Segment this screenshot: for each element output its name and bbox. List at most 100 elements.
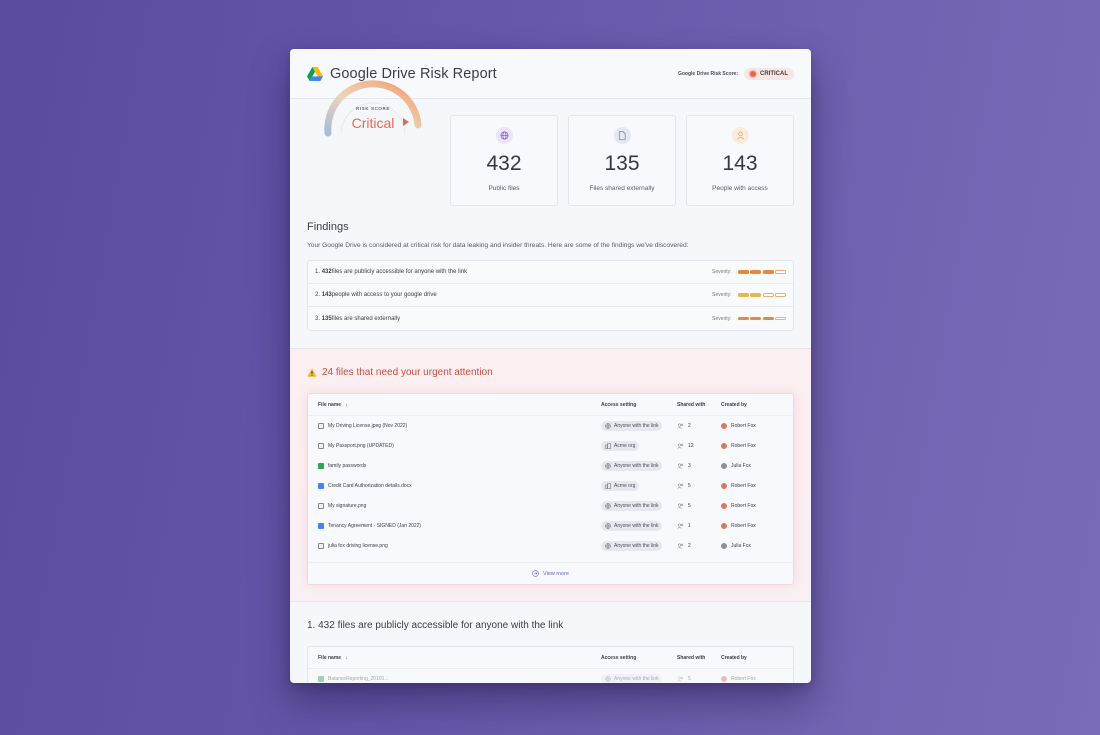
access-pill: Anyone with the link	[601, 421, 663, 431]
document-icon	[318, 482, 324, 490]
avatar	[721, 483, 727, 489]
column-access: Access setting	[601, 654, 637, 661]
finding-item[interactable]: 1. 432 files are publicly accessible for…	[308, 261, 793, 284]
table-row[interactable]: My Passport.png (UPDATED) Acme org 12 Rober…	[308, 436, 793, 456]
gauge-value: Critical	[351, 115, 395, 131]
access-pill: Acme org	[601, 441, 640, 451]
severity-label: Severity:	[712, 292, 732, 298]
sort-down-icon[interactable]: ↓	[345, 655, 348, 661]
file-name[interactable]: My Passport.png (UPDATED)	[328, 443, 394, 449]
column-file-name[interactable]: File name ↓	[318, 402, 601, 408]
access-pill: Anyone with the link	[601, 541, 663, 551]
finding-item[interactable]: 2. 143 people with access to your google…	[308, 284, 793, 307]
table-row[interactable]: julia fox driving license.png Anyone with…	[308, 536, 793, 556]
stat-label: Files shared externally	[589, 185, 655, 192]
users-icon	[677, 463, 684, 469]
shared-count: 12	[688, 443, 694, 449]
owner-name: Julia Fox	[731, 543, 752, 549]
status-badge: CRITICAL	[744, 67, 794, 80]
document-icon	[318, 522, 324, 530]
access-pill: Anyone with the link	[601, 674, 663, 683]
file-icon	[613, 127, 631, 144]
org-icon	[605, 443, 611, 449]
avatar	[721, 503, 727, 509]
view-more-label: View more	[543, 570, 569, 577]
urgent-title: 24 files that need your urgent attention	[322, 367, 493, 378]
stat-label: Public files	[488, 185, 520, 192]
public-files-table: File name ↓ Access setting Shared with Cr…	[307, 646, 794, 683]
globe-icon	[605, 523, 611, 529]
finding-index: 2.	[315, 292, 321, 298]
stat-number: 432	[486, 152, 522, 175]
avatar	[721, 443, 727, 449]
user-icon	[731, 127, 749, 144]
access-text: Anyone with the link	[614, 543, 659, 549]
users-icon	[677, 503, 684, 509]
spreadsheet-icon	[318, 462, 324, 470]
column-created: Created by	[721, 654, 747, 661]
view-more-button[interactable]: View more	[308, 562, 793, 584]
finding-count: 135	[321, 315, 332, 322]
table-row[interactable]: Tenancy Agreement - SIGNED (Jan 2022) Any…	[308, 516, 793, 536]
owner-name: Robert Fox	[731, 503, 756, 509]
finding-index: 1.	[315, 269, 321, 275]
avatar	[721, 543, 727, 549]
risk-gauge	[324, 80, 422, 137]
access-pill: Anyone with the link	[601, 501, 663, 511]
table-row[interactable]: family passwords Anyone with the link 3 Jul…	[308, 456, 793, 476]
table-row[interactable]: My signature.png Anyone with the link 5 Rob…	[308, 496, 793, 516]
shared-count: 3	[688, 463, 691, 469]
owner-name: Robert Fox	[731, 676, 756, 682]
shared-count: 1	[688, 523, 691, 529]
owner-name: Robert Fox	[731, 423, 756, 429]
file-name[interactable]: BalanceReporting_20191...	[328, 676, 389, 682]
sort-down-icon[interactable]: ↓	[345, 402, 348, 408]
section-title-public-files: 1. 432 files are publicly accessible for…	[307, 620, 564, 631]
severity-indicator: Severity:	[712, 316, 786, 322]
table-row[interactable]: BalanceReporting_20191... Anyone with the…	[308, 669, 793, 683]
findings-title: Findings	[307, 221, 349, 233]
severity-label: Severity:	[712, 315, 732, 322]
image-icon	[318, 542, 324, 550]
access-text: Anyone with the link	[614, 503, 659, 509]
users-icon	[677, 523, 684, 529]
shared-count: 5	[688, 483, 691, 489]
risk-score-label: Google Drive Risk Score:	[677, 70, 738, 77]
stat-number: 143	[722, 152, 758, 175]
file-name[interactable]: family passwords	[328, 463, 366, 469]
shared-count: 5	[688, 503, 691, 509]
table-row[interactable]: Credit Card Authorization details.docx Ac…	[308, 476, 793, 496]
table-header: File name ↓ Access setting Shared with Cr…	[308, 394, 793, 416]
severity-indicator: Severity:	[712, 269, 786, 275]
finding-count: 143	[321, 292, 332, 298]
file-name[interactable]: My signature.png	[328, 503, 366, 509]
users-icon	[677, 423, 684, 429]
access-pill: Anyone with the link	[601, 521, 663, 531]
column-created: Created by	[721, 401, 747, 408]
access-text: Anyone with the link	[614, 423, 659, 429]
finding-item[interactable]: 3. 135 files are shared externally Sever…	[308, 307, 793, 330]
users-icon	[677, 676, 684, 682]
access-pill: Acme org	[601, 481, 640, 491]
access-pill: Anyone with the link	[601, 461, 663, 471]
users-icon	[677, 443, 684, 449]
urgent-files-table: File name ↓ Access setting Shared with Cr…	[307, 393, 794, 585]
org-icon	[605, 483, 611, 489]
column-shared: Shared with	[677, 401, 706, 408]
file-name[interactable]: Credit Card Authorization details.docx	[328, 483, 412, 489]
file-name[interactable]: My Driving License.jpeg (Nov 2022)	[328, 423, 407, 429]
column-file-name[interactable]: File name ↓	[318, 655, 601, 661]
globe-icon	[605, 543, 611, 549]
users-icon	[677, 543, 684, 549]
globe-icon	[605, 503, 611, 509]
table-header: File name ↓ Access setting Shared with Cr…	[308, 647, 793, 669]
column-access: Access setting	[601, 401, 637, 408]
file-name[interactable]: Tenancy Agreement - SIGNED (Jan 2022)	[328, 523, 421, 529]
table-body: BalanceReporting_20191... Anyone with the…	[308, 669, 793, 683]
table-row[interactable]: My Driving License.jpeg (Nov 2022) Anyone…	[308, 416, 793, 436]
file-name[interactable]: julia fox driving license.png	[328, 543, 388, 549]
owner-name: Julia Fox	[731, 463, 752, 469]
stat-card-files-shared: 135 Files shared externally	[568, 115, 676, 206]
report-card: Google Drive Risk Report Google Drive Ri…	[290, 49, 811, 683]
status-badge-text: CRITICAL	[760, 70, 788, 77]
